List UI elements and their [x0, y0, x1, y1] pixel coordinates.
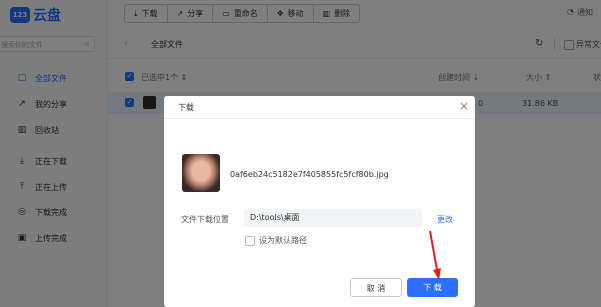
annotation-arrow-head [433, 268, 441, 280]
annotation-arrow-shaft [429, 230, 438, 271]
app-window: 123 云盘 搜索你的文件 ⌕ ▢ 全部文件 ↗ 我的分享 ▥ 回收站 ⤓ 正在… [0, 0, 601, 307]
annotation-arrow [429, 230, 441, 280]
